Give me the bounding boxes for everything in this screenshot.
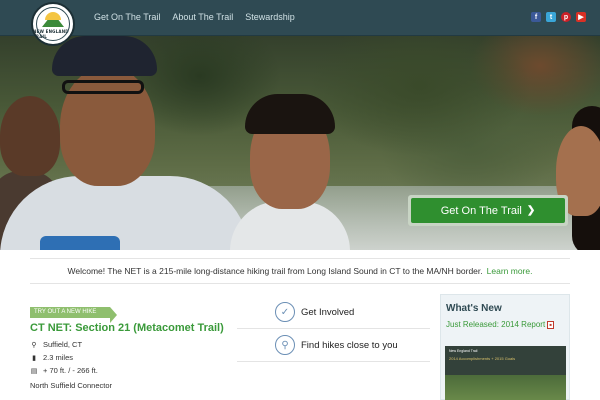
cta-label: Get On The Trail — [440, 204, 522, 217]
hike-distance: ▮ 2.3 miles — [30, 353, 225, 362]
new-england-trail-logo[interactable]: NEW ENGLAND TRAIL — [31, 2, 75, 46]
hero-shirt-logo — [40, 236, 120, 250]
nav-get-on-the-trail[interactable]: Get On The Trail — [94, 12, 160, 22]
report-link[interactable]: Just Released: 2014 Report ■ — [441, 314, 569, 329]
map-pin-icon: ⚲ — [31, 341, 37, 349]
hike-distance-text: 2.3 miles — [43, 353, 74, 362]
hike-elevation: ▤ + 70 ft. / - 266 ft. — [30, 366, 225, 375]
road-icon: ▮ — [32, 354, 36, 362]
checkmark-icon: ✓ — [275, 302, 295, 322]
welcome-bar: Welcome! The NET is a 215-mile long-dist… — [30, 258, 570, 284]
action-list: ✓ Get Involved ⚲ Find hikes close to you — [237, 296, 430, 362]
hike-connector: North Suffield Connector — [30, 381, 112, 390]
chevron-right-icon: ❯ — [526, 205, 536, 216]
whats-new-title: What's New — [446, 303, 502, 314]
try-new-hike-ribbon: TRY OUT A NEW HIKE — [30, 307, 117, 323]
get-involved-link[interactable]: ✓ Get Involved — [237, 296, 430, 329]
find-hikes-label: Find hikes close to you — [301, 339, 398, 351]
hike-elevation-text: + 70 ft. / - 266 ft. — [43, 366, 98, 375]
get-on-the-trail-button-frame: Get On The Trail ❯ — [408, 195, 568, 226]
hero-person-2-glasses — [62, 80, 144, 94]
get-on-the-trail-button[interactable]: Get On The Trail ❯ — [411, 198, 565, 223]
get-involved-label: Get Involved — [301, 306, 355, 318]
pdf-icon: ■ — [547, 320, 555, 329]
nav-stewardship[interactable]: Stewardship — [245, 12, 295, 22]
featured-hike: TRY OUT A NEW HIKE CT NET: Section 21 (M… — [30, 300, 225, 390]
elevation-bars-icon: ▤ — [30, 367, 38, 375]
thumbnail-photo — [445, 375, 566, 400]
hike-location: ⚲ Suffield, CT — [30, 340, 225, 349]
report-thumbnail[interactable]: New England Trail 2014 Accomplishments +… — [445, 346, 566, 400]
thumbnail-subtitle: 2014 Accomplishments + 2015 Goals — [449, 356, 516, 361]
report-link-text: Just Released: 2014 Report — [446, 320, 546, 329]
social-links: f t p ▶ — [531, 12, 586, 22]
thumbnail-title: New England Trail — [449, 349, 478, 353]
hero-person-2-cap — [52, 36, 157, 76]
hero-person-1-face — [0, 96, 60, 176]
youtube-icon[interactable]: ▶ — [576, 12, 586, 22]
whats-new-panel: What's New Just Released: 2014 Report ■ … — [440, 294, 570, 400]
site-header: NEW ENGLAND TRAIL Get On The Trail About… — [0, 0, 600, 46]
main-nav: Get On The Trail About The Trail Steward… — [94, 12, 295, 22]
hero-person-3-hair — [245, 94, 335, 134]
twitter-icon[interactable]: t — [546, 12, 556, 22]
nav-about-the-trail[interactable]: About The Trail — [172, 12, 233, 22]
facebook-icon[interactable]: f — [531, 12, 541, 22]
location-pin-icon: ⚲ — [275, 335, 295, 355]
welcome-text: Welcome! The NET is a 215-mile long-dist… — [67, 266, 483, 276]
find-hikes-link[interactable]: ⚲ Find hikes close to you — [237, 329, 430, 362]
hike-location-text: Suffield, CT — [43, 340, 83, 349]
pinterest-icon[interactable]: p — [561, 12, 571, 22]
learn-more-link[interactable]: Learn more. — [487, 266, 533, 276]
hike-title-link[interactable]: CT NET: Section 21 (Metacomet Trail) — [30, 322, 225, 334]
